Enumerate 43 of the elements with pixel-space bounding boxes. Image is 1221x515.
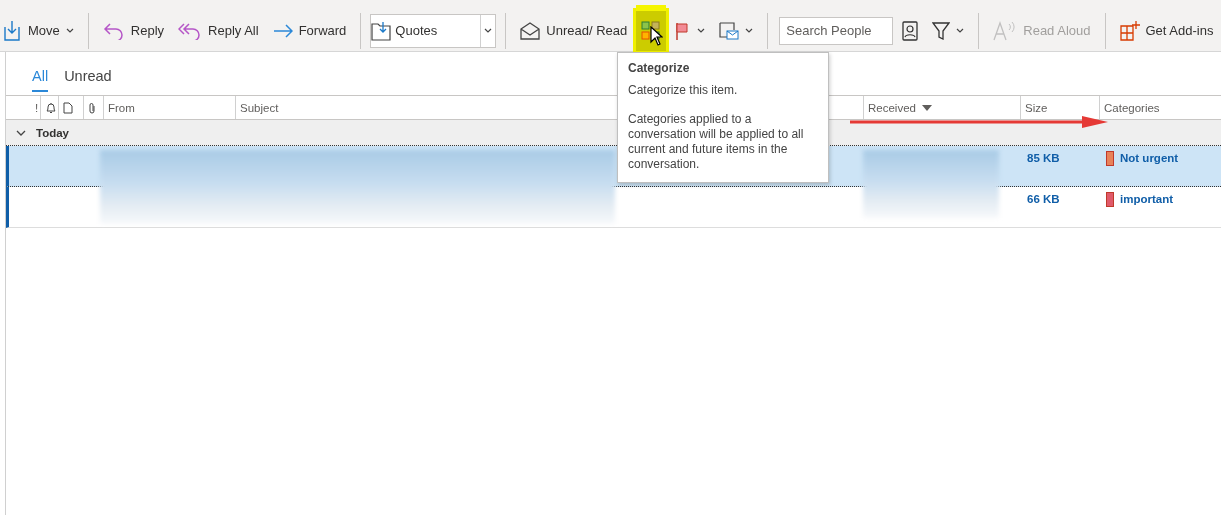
category-cell: Not urgent <box>1102 146 1221 170</box>
chevron-icon <box>16 129 26 136</box>
read-aloud-icon <box>993 20 1018 41</box>
reply-all-icon <box>178 21 203 40</box>
caret-icon <box>65 28 74 33</box>
column-header[interactable]: ! <box>31 96 40 119</box>
filter-icon <box>932 21 951 40</box>
search-people-field[interactable]: Search People <box>779 16 894 45</box>
paperclip-icon <box>88 101 96 114</box>
toolbar-button[interactable]: Move <box>0 10 79 51</box>
reply-icon <box>102 21 125 40</box>
tooltip-title: Categorize <box>628 61 691 75</box>
size-cell-text: 85 KB <box>1026 151 1061 166</box>
caret-icon <box>697 28 706 33</box>
folder-dropdown[interactable]: Quotes <box>370 13 497 48</box>
toolbar-button[interactable]: Forward <box>267 10 352 51</box>
categorize-icon <box>641 20 662 41</box>
column-header[interactable]: Received <box>863 96 1020 119</box>
toolbar-button[interactable]: Reply All <box>173 10 264 51</box>
filter-tab[interactable]: All <box>32 68 49 92</box>
mouse-cursor-icon <box>650 26 663 46</box>
move-icon <box>4 20 22 41</box>
caret-icon <box>745 28 754 33</box>
toolbar-button[interactable]: Reply <box>97 10 170 51</box>
column-header[interactable] <box>40 96 58 119</box>
sort-down-icon <box>921 104 932 111</box>
size-cell-text: 66 KB <box>1026 192 1061 207</box>
filter-tab[interactable]: Unread <box>64 68 112 92</box>
add-ins-icon <box>1119 20 1140 41</box>
caret-icon <box>484 28 493 33</box>
folder-move-icon <box>371 20 392 41</box>
toolbar-button[interactable]: Unread/ Read <box>515 10 633 51</box>
column-header[interactable]: From <box>103 96 235 119</box>
column-header[interactable]: Categories <box>1099 96 1221 119</box>
tooltip-text: Categorize this item. <box>628 83 739 98</box>
forward-icon <box>272 23 293 38</box>
toolbar-button[interactable]: Get Add-ins <box>1114 10 1219 51</box>
envelope-icon <box>520 21 541 40</box>
caret-icon <box>956 28 965 33</box>
document-icon <box>63 101 73 114</box>
address-book-icon <box>902 20 919 41</box>
bell-icon <box>45 101 57 114</box>
category-cell: important <box>1102 187 1221 211</box>
